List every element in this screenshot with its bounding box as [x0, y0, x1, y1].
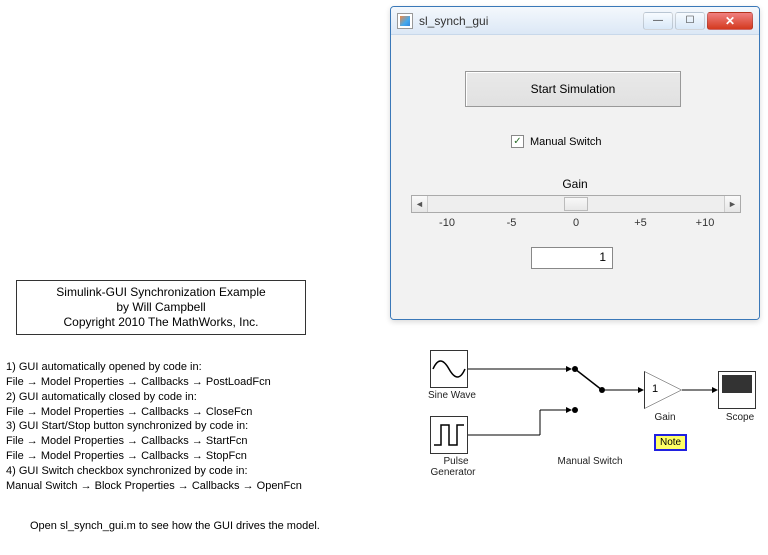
window-title: sl_synch_gui — [419, 14, 488, 28]
window-controls: — ☐ ✕ — [643, 12, 753, 30]
anno-line2: by Will Campbell — [23, 300, 299, 315]
pulse-generator-block[interactable] — [430, 416, 468, 454]
note-3b: File → Model Properties → Callbacks → St… — [6, 449, 302, 464]
gain-scrollbar[interactable]: ◄ ► — [411, 195, 741, 213]
slider-ticks: -10 -5 0 +5 +10 — [411, 217, 741, 229]
manual-switch-checkbox[interactable]: ✓ — [511, 135, 524, 148]
start-simulation-button[interactable]: Start Simulation — [465, 71, 681, 107]
gain-value-input[interactable]: 1 — [531, 247, 613, 269]
gain-label-block: Gain — [650, 412, 680, 423]
note-2: 2) GUI automatically closed by code in: — [6, 390, 302, 405]
wires — [430, 340, 760, 540]
title-annotation: Simulink-GUI Synchronization Example by … — [16, 280, 306, 335]
sine-wave-block[interactable] — [430, 350, 468, 388]
note-1: 1) GUI automatically opened by code in: — [6, 360, 302, 375]
tick-minus-5: -5 — [492, 217, 532, 229]
anno-line3: Copyright 2010 The MathWorks, Inc. — [23, 315, 299, 330]
scope-block[interactable] — [718, 371, 756, 409]
gui-window: sl_synch_gui — ☐ ✕ Start Simulation ✓ Ma… — [390, 6, 760, 320]
gain-value: 1 — [652, 383, 658, 395]
gain-label: Gain — [391, 177, 759, 191]
note-1a: File → Model Properties → Callbacks → Po… — [6, 375, 302, 390]
anno-line1: Simulink-GUI Synchronization Example — [23, 285, 299, 300]
tick-plus-5: +5 — [621, 217, 661, 229]
note-annotation[interactable]: Note — [654, 434, 687, 451]
slider-right-arrow-icon[interactable]: ► — [724, 196, 740, 212]
slider-thumb[interactable] — [564, 197, 588, 211]
note-4: 4) GUI Switch checkbox synchronized by c… — [6, 464, 302, 479]
manual-switch-checkbox-row: ✓ Manual Switch — [511, 135, 602, 148]
gain-slider: ◄ ► -10 -5 0 +5 +10 — [411, 195, 741, 229]
note-3: 3) GUI Start/Stop button synchronized by… — [6, 419, 302, 434]
gain-block[interactable]: 1 — [644, 371, 682, 409]
maximize-button[interactable]: ☐ — [675, 12, 705, 30]
scope-screen-icon — [722, 375, 752, 393]
tick-minus-10: -10 — [427, 217, 467, 229]
pulse-generator-label-2: Generator — [418, 467, 488, 478]
scope-label: Scope — [720, 412, 760, 423]
matlab-icon — [397, 13, 413, 29]
minimize-button[interactable]: — — [643, 12, 673, 30]
pulse-generator-label-1: Pulse — [428, 456, 484, 467]
sine-wave-label: Sine Wave — [424, 390, 480, 401]
titlebar[interactable]: sl_synch_gui — ☐ ✕ — [391, 7, 759, 35]
note-4a: Manual Switch → Block Properties → Callb… — [6, 479, 302, 494]
slider-track[interactable] — [428, 196, 724, 212]
manual-switch-label-block: Manual Switch — [550, 456, 630, 467]
slider-left-arrow-icon[interactable]: ◄ — [412, 196, 428, 212]
open-file-annotation: Open sl_synch_gui.m to see how the GUI d… — [30, 520, 320, 532]
note-2a: File → Model Properties → Callbacks → Cl… — [6, 405, 302, 420]
note-3a: File → Model Properties → Callbacks → St… — [6, 434, 302, 449]
manual-switch-label: Manual Switch — [530, 136, 602, 148]
tick-0: 0 — [556, 217, 596, 229]
tick-plus-10: +10 — [685, 217, 725, 229]
notes-annotation: 1) GUI automatically opened by code in: … — [6, 360, 302, 494]
gain-triangle-inner — [645, 372, 681, 408]
gui-client-area: Start Simulation ✓ Manual Switch Gain ◄ … — [391, 35, 759, 319]
simulink-diagram: Sine Wave Pulse Generator Manual Switch … — [430, 340, 760, 540]
close-button[interactable]: ✕ — [707, 12, 753, 30]
